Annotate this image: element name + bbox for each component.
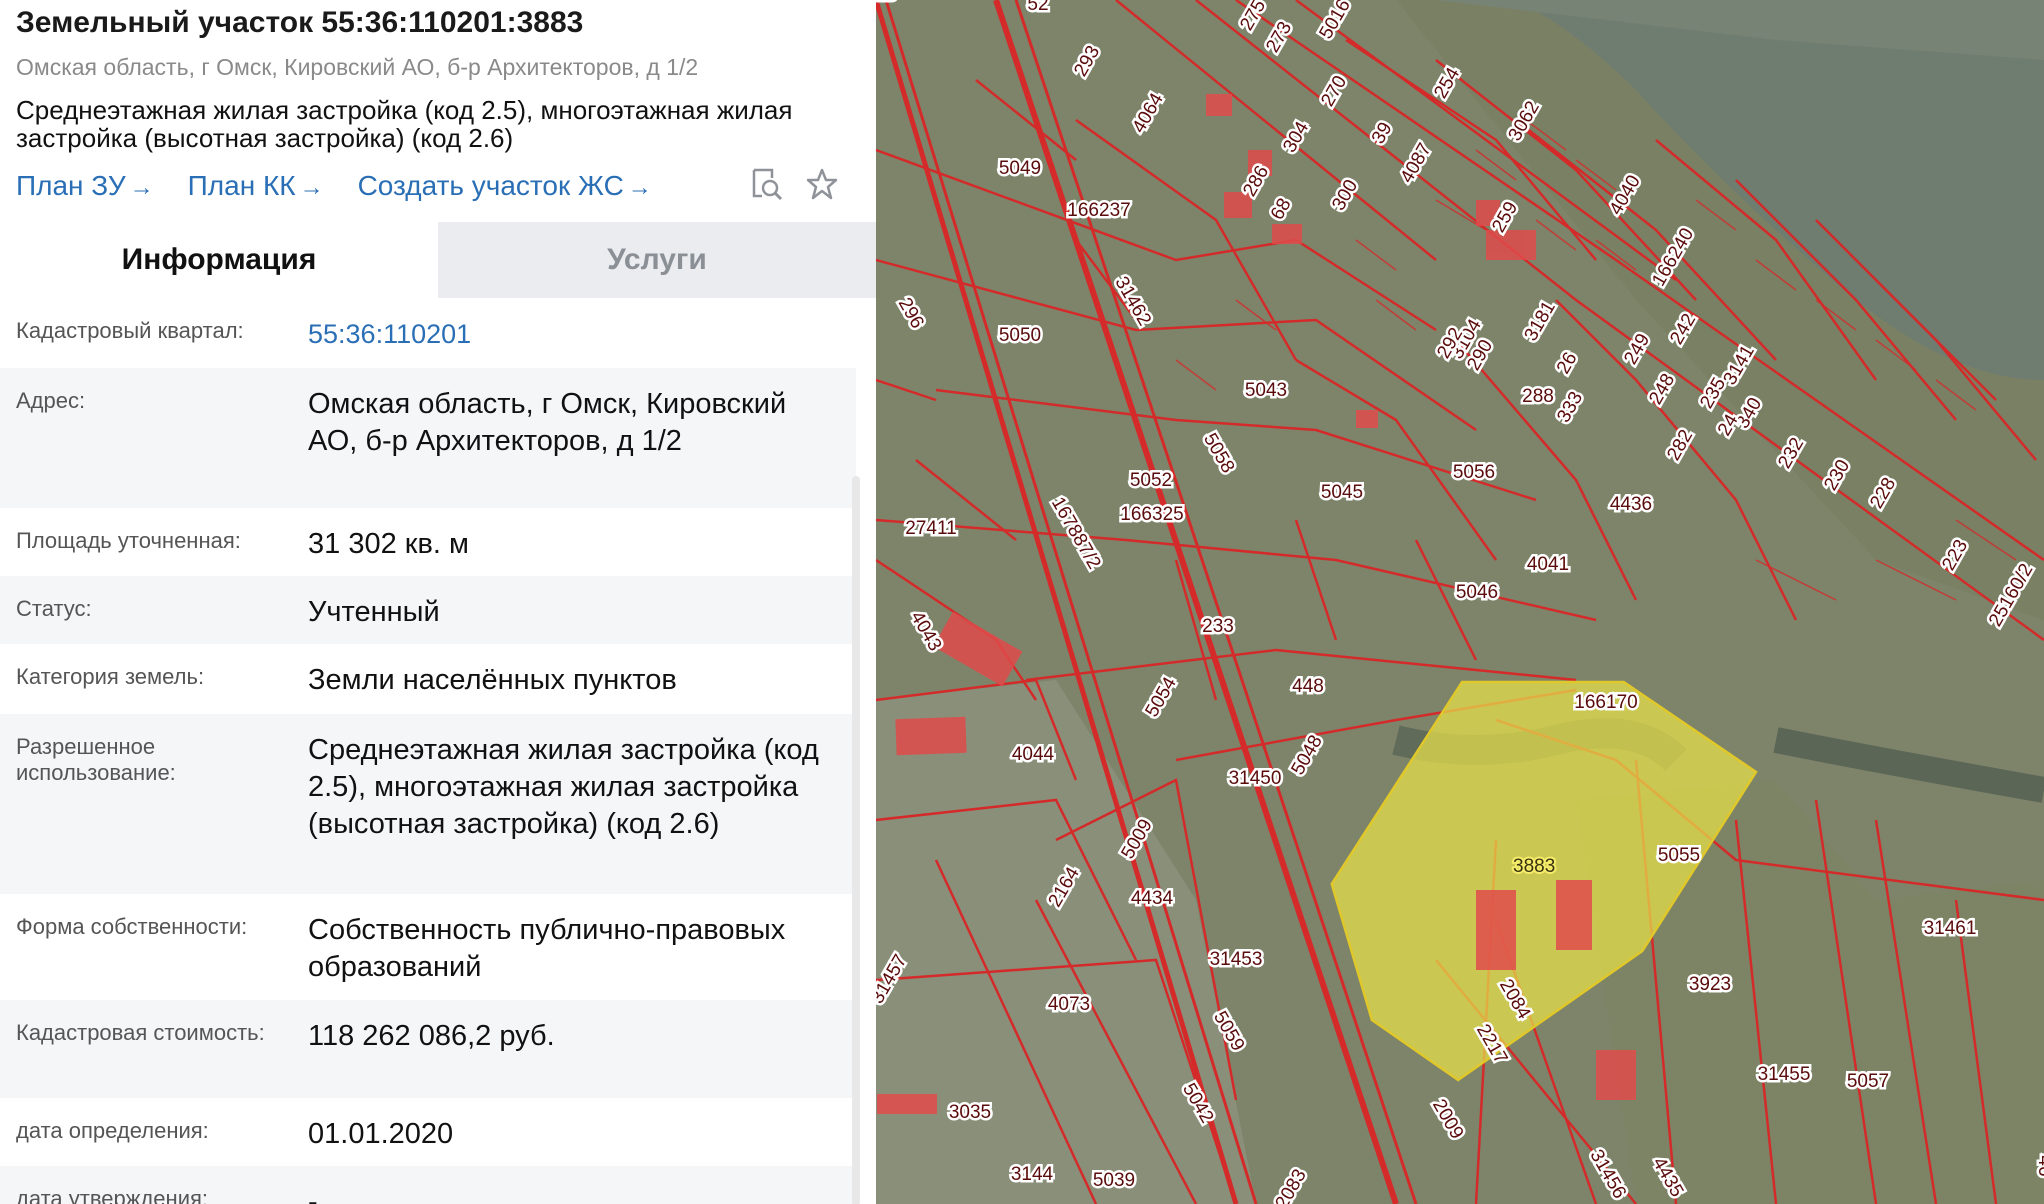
- info-row-usage: Разрешенное использование: Среднеэтажная…: [0, 714, 856, 894]
- plot-label-3035[interactable]: 3035: [876, 0, 900, 8]
- tab-bar: Информация Услуги: [0, 222, 876, 298]
- star-icon[interactable]: [804, 166, 840, 202]
- row-value: Среднеэтажная жилая застройка (код 2.5),…: [308, 734, 819, 840]
- plot-label-3144[interactable]: 3144: [1008, 1162, 1056, 1188]
- map-canvas[interactable]: 52 275273 50162934064 270 25439304 30625049 28…: [876, 0, 2044, 1204]
- info-row-date-set: дата определения: 01.01.2020: [0, 1098, 856, 1166]
- cadastral-map[interactable]: 52 275 273 5016 293 4064 270 254 39 304 3062 5049 28…: [876, 0, 2044, 1204]
- row-key: Площадь уточненная:: [16, 528, 241, 553]
- info-row-cost: Кадастровая стоимость: 118 262 086,2 руб…: [0, 1000, 856, 1098]
- plot-label-52[interactable]: 52: [1025, 0, 1051, 18]
- plot-label-5050[interactable]: 5050: [996, 323, 1043, 349]
- row-value: Собственность публично-правовых образова…: [308, 914, 786, 983]
- plot-label-5052[interactable]: 5052: [1127, 468, 1174, 494]
- plot-label-5039[interactable]: 5039: [1090, 1168, 1137, 1194]
- arrow-right-icon: →: [299, 174, 324, 201]
- info-row-category: Категория земель: Земли населённых пункт…: [0, 644, 856, 714]
- plan-zu-label: План ЗУ: [16, 170, 126, 201]
- row-key: дата определения:: [16, 1118, 209, 1143]
- header-usage: Среднеэтажная жилая застройка (код 2.5),…: [16, 95, 793, 153]
- plot-label-4436[interactable]: 4436: [1607, 492, 1654, 518]
- plot-label-31455[interactable]: 31455: [1755, 1062, 1813, 1088]
- plot-label-233[interactable]: 233: [1200, 614, 1237, 640]
- create-plot-label: Создать участок ЖС: [357, 170, 624, 201]
- plot-label-3923[interactable]: 3923: [1686, 972, 1733, 998]
- row-key: дата утверждения:: [16, 1186, 209, 1204]
- plan-kk-link[interactable]: План КК →: [188, 170, 324, 202]
- plot-label-166325[interactable]: 166325: [1118, 502, 1186, 528]
- plot-label-46[interactable]: 46: [2032, 1153, 2044, 1179]
- plot-label-4041[interactable]: 4041: [1524, 552, 1571, 578]
- plot-label-3035[interactable]: 3035: [946, 1100, 993, 1126]
- row-key: Форма собственности:: [16, 914, 248, 939]
- plan-kk-label: План КК: [187, 170, 296, 201]
- row-value: -: [308, 1186, 318, 1204]
- info-row-date-approved: дата утверждения: -: [0, 1166, 856, 1204]
- document-search-icon[interactable]: [748, 166, 784, 202]
- row-value: 118 262 086,2 руб.: [308, 1020, 555, 1052]
- plot-label-166237[interactable]: 166237: [1065, 198, 1133, 224]
- plan-zu-link[interactable]: План ЗУ →: [16, 170, 154, 202]
- row-value: 31 302 кв. м: [308, 528, 469, 560]
- row-key: Кадастровый квартал:: [16, 318, 244, 343]
- plot-label-166170[interactable]: 166170: [1572, 690, 1640, 716]
- arrow-right-icon: →: [129, 174, 154, 201]
- header-address: Омская область, г Омск, Кировский АО, б-…: [16, 54, 699, 80]
- info-panel: Земельный участок 55:36:110201:3883 Омск…: [0, 0, 876, 1204]
- info-row-quarter: Кадастровый квартал: 55:36:110201: [0, 298, 856, 368]
- action-links: План ЗУ → План КК → Создать участок ЖС →: [16, 168, 686, 204]
- quarter-link[interactable]: 55:36:110201: [308, 316, 840, 352]
- plot-label-31453[interactable]: 31453: [1207, 947, 1265, 973]
- row-key: Категория земель:: [16, 664, 205, 689]
- row-key: Разрешенное использование:: [16, 734, 176, 785]
- info-row-area: Площадь уточненная: 31 302 кв. м: [0, 508, 856, 576]
- plot-label-5057[interactable]: 5057: [1844, 1069, 1891, 1095]
- row-value: Омская область, г Омск, Кировский АО, б-…: [308, 388, 787, 457]
- row-value: 01.01.2020: [308, 1118, 454, 1150]
- row-value: Земли населённых пунктов: [308, 664, 677, 696]
- info-row-status: Статус: Учтенный: [0, 576, 856, 644]
- selected-plot-number: 3883: [1513, 856, 1555, 877]
- row-key: Адрес:: [16, 388, 86, 413]
- plot-label-5049[interactable]: 5049: [996, 156, 1043, 182]
- plot-label-288[interactable]: 288: [1520, 384, 1557, 410]
- info-row-address: Адрес: Омская область, г Омск, Кировский…: [0, 368, 856, 508]
- plot-label-5056[interactable]: 5056: [1450, 460, 1497, 486]
- page-title: Земельный участок 55:36:110201:3883: [16, 6, 584, 39]
- plot-label-5043[interactable]: 5043: [1242, 378, 1289, 404]
- plot-label-27411[interactable]: 27411: [903, 516, 959, 542]
- row-key: Кадастровая стоимость:: [16, 1020, 265, 1045]
- plot-label-4434[interactable]: 4434: [1128, 886, 1176, 912]
- create-plot-link[interactable]: Создать участок ЖС →: [358, 170, 652, 202]
- plot-label-4044[interactable]: 4044: [1009, 742, 1057, 768]
- tool-icons: [748, 166, 840, 202]
- plot-label-31450[interactable]: 31450: [1226, 766, 1284, 792]
- info-row-ownership: Форма собственности: Собственность публи…: [0, 894, 856, 1000]
- arrow-right-icon: →: [627, 174, 652, 201]
- plot-label-5045[interactable]: 5045: [1318, 480, 1365, 506]
- tab-information[interactable]: Информация: [0, 222, 438, 298]
- selected-plot-label[interactable]: 3883: [1511, 854, 1557, 879]
- plot-label-5055[interactable]: 5055: [1655, 843, 1702, 869]
- row-value: Учтенный: [308, 596, 440, 628]
- plot-label-448[interactable]: 448: [1290, 674, 1327, 700]
- plot-label-4073[interactable]: 4073: [1045, 992, 1092, 1018]
- tab-services[interactable]: Услуги: [438, 222, 876, 298]
- scrollbar[interactable]: [852, 476, 860, 1204]
- row-key: Статус:: [16, 596, 92, 621]
- plot-label-31461[interactable]: 31461: [1921, 916, 1979, 942]
- plot-label-5046[interactable]: 5046: [1453, 580, 1500, 606]
- info-table: Кадастровый квартал: 55:36:110201 Адрес:…: [0, 298, 856, 1204]
